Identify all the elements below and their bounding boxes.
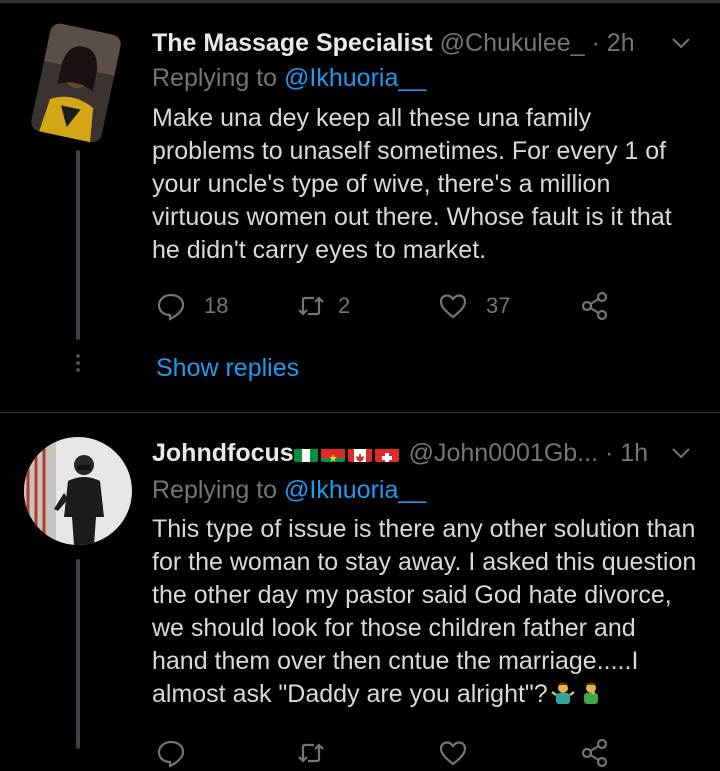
replying-to-link[interactable]: @Ikhuoria__	[284, 64, 426, 92]
switzerland-flag	[374, 444, 399, 462]
chevron-down-icon[interactable]	[670, 442, 692, 464]
separator: ·	[591, 29, 600, 57]
separator: ·	[604, 439, 614, 467]
like-icon	[439, 294, 467, 319]
retweet-icon	[298, 296, 324, 316]
like-button[interactable]	[438, 735, 468, 771]
retweet-icon	[298, 743, 324, 763]
tweet-text-content: This type of issue is there any other so…	[152, 515, 704, 708]
reply-button[interactable]: 18	[156, 288, 228, 324]
avatar[interactable]	[24, 437, 132, 545]
like-count: 37	[486, 293, 511, 318]
avatar[interactable]	[29, 21, 123, 145]
tweet-1[interactable]: The Massage Specialist @Chukulee_ · 2h R…	[0, 0, 720, 412]
show-replies-link[interactable]: Show replies	[156, 354, 299, 383]
share-button[interactable]	[580, 735, 610, 771]
timestamp[interactable]: 1h	[620, 439, 648, 467]
man-facepalming-emoji	[583, 682, 598, 704]
share-button[interactable]	[580, 288, 610, 324]
reply-count: 18	[204, 293, 229, 318]
man-shrugging-emoji	[550, 682, 575, 704]
action-bar: 18 2 37	[156, 288, 676, 324]
tweet-header: The Massage Specialist @Chukulee_ · 2h	[152, 28, 692, 58]
burkina-faso-flag	[320, 444, 345, 462]
nigeria-flag	[293, 444, 318, 462]
timestamp[interactable]: 2h	[607, 29, 635, 57]
display-name[interactable]: The Massage Specialist	[152, 29, 433, 57]
replying-to-link[interactable]: @Ikhuoria__	[284, 476, 426, 504]
retweet-button[interactable]	[296, 735, 326, 771]
share-icon	[581, 291, 608, 321]
more-replies-dots	[76, 354, 80, 375]
replying-prefix: Replying to	[152, 476, 278, 504]
tweet-text: This type of issue is there any other so…	[152, 513, 697, 711]
reply-icon	[157, 740, 185, 768]
reply-button[interactable]	[156, 735, 186, 771]
like-icon	[439, 741, 467, 766]
thread-line	[76, 559, 80, 749]
retweet-button[interactable]: 2	[296, 288, 350, 324]
tweet-2[interactable]: Johndfocus @John0001Gb... · 1h Replying …	[0, 413, 720, 768]
user-handle[interactable]: @Chukulee_	[440, 29, 585, 57]
action-bar	[156, 735, 676, 771]
replying-prefix: Replying to	[152, 64, 278, 92]
like-button[interactable]: 37	[438, 288, 510, 324]
tweet-text: Make una dey keep all these una family p…	[152, 104, 679, 264]
chevron-down-icon[interactable]	[670, 32, 692, 54]
retweet-count: 2	[338, 293, 351, 318]
tweet-header: Johndfocus @John0001Gb... · 1h	[152, 438, 692, 468]
replying-to: Replying to @Ikhuoria__	[152, 475, 426, 505]
replying-to: Replying to @Ikhuoria__	[152, 63, 426, 93]
reply-icon	[157, 293, 185, 321]
user-handle[interactable]: @John0001Gb...	[409, 439, 598, 467]
display-name[interactable]: Johndfocus	[152, 439, 294, 467]
canada-flag	[347, 444, 372, 462]
share-icon	[581, 738, 608, 768]
thread-line	[76, 150, 80, 340]
